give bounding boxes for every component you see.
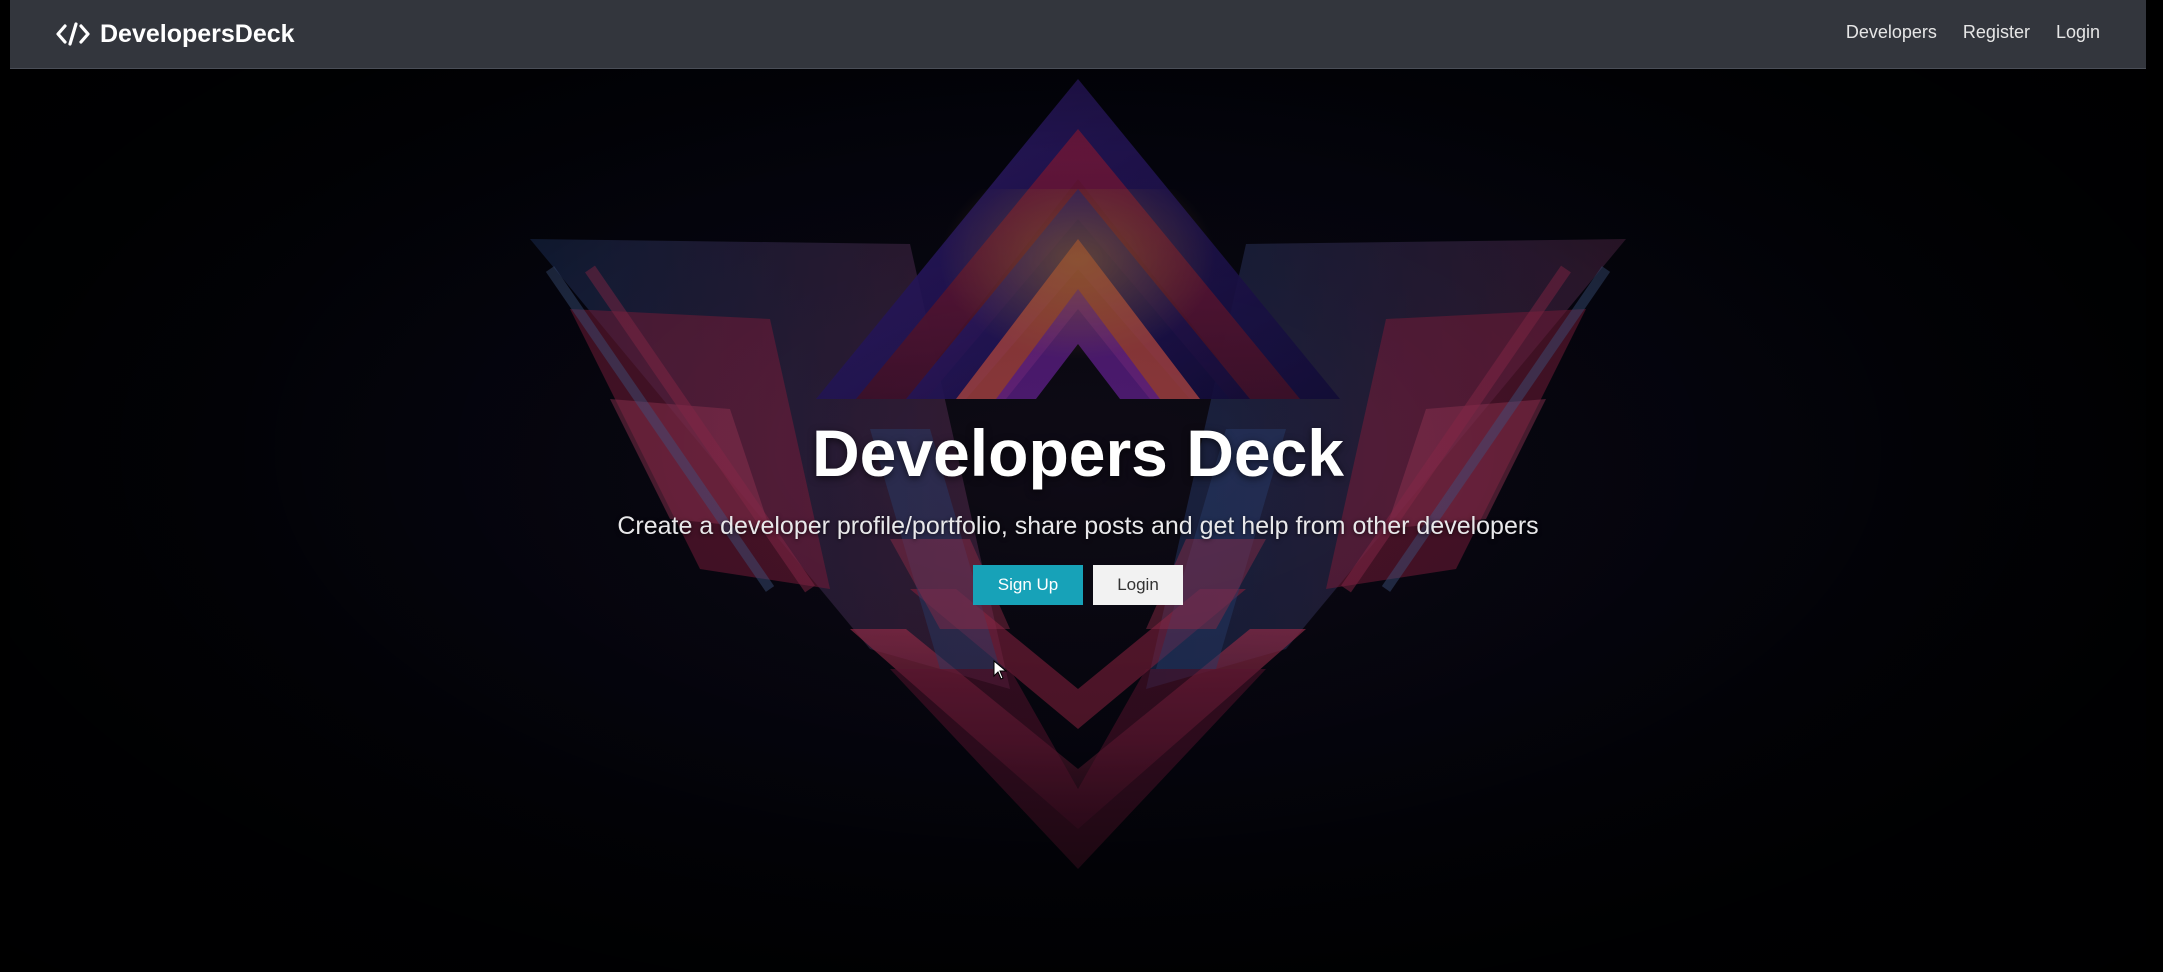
browser-viewport: DevelopersDeck Developers Register Login xyxy=(10,0,2146,972)
brand-link[interactable]: DevelopersDeck xyxy=(56,18,295,50)
brand-name: DevelopersDeck xyxy=(100,19,295,48)
mouse-pointer-icon xyxy=(993,660,1007,680)
hero-content: Developers Deck Create a developer profi… xyxy=(10,417,2146,605)
nav-links: Developers Register Login xyxy=(1846,22,2100,43)
code-icon xyxy=(56,22,90,46)
hero-buttons: Sign Up Login xyxy=(10,564,2146,605)
nav-developers-link[interactable]: Developers xyxy=(1846,22,1937,43)
nav-login-link[interactable]: Login xyxy=(2056,22,2100,43)
sign-up-button[interactable]: Sign Up xyxy=(973,564,1083,605)
hero-title: Developers Deck xyxy=(812,416,1344,490)
nav-register-link[interactable]: Register xyxy=(1963,22,2030,43)
landing-hero: Developers Deck Create a developer profi… xyxy=(10,69,2146,972)
navbar: DevelopersDeck Developers Register Login xyxy=(10,0,2146,69)
hero-lead: Create a developer profile/portfolio, sh… xyxy=(617,511,1539,540)
login-button[interactable]: Login xyxy=(1093,564,1183,605)
